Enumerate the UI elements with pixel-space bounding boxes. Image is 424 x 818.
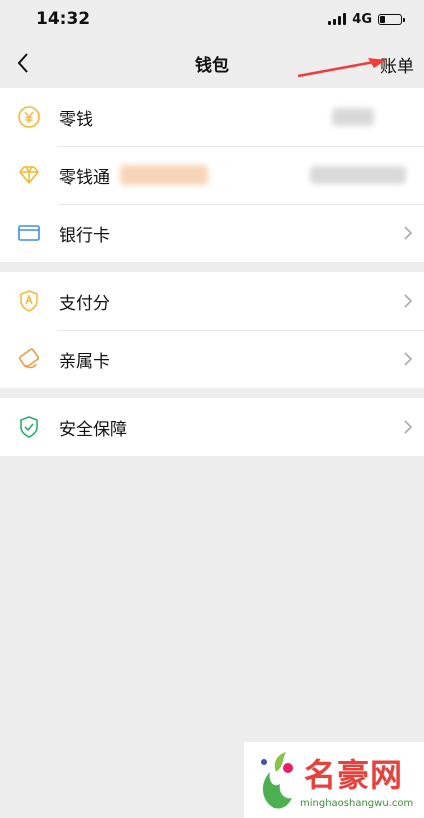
- hidden-promo: [120, 165, 208, 185]
- annotation-arrow: [297, 58, 386, 78]
- watermark-url: minghaoshangwu.com: [300, 798, 414, 809]
- wallet-group-security: 安全保障: [0, 398, 424, 456]
- signal-icon: [328, 13, 347, 25]
- battery-icon: [378, 13, 405, 25]
- hidden-amount: [310, 166, 406, 184]
- family-card-icon: [18, 348, 40, 369]
- bank-card-icon: [18, 225, 40, 241]
- wallet-group-balance: 零钱 零钱通 银行卡: [0, 88, 424, 262]
- row-label-change: 零钱: [59, 109, 93, 130]
- watermark: 名豪网 minghaoshangwu.com: [244, 742, 424, 818]
- status-indicators: 4G: [328, 11, 405, 27]
- row-label-lingqiantong: 零钱通: [59, 167, 110, 188]
- wallet-group-services: 支付分 亲属卡: [0, 272, 424, 388]
- chevron-right-icon: [404, 294, 413, 308]
- network-label: 4G: [352, 11, 372, 27]
- status-bar: 14:32 4G: [0, 0, 424, 38]
- watermark-logo-icon: [261, 752, 293, 809]
- hidden-amount: [332, 108, 374, 126]
- row-change[interactable]: 零钱: [0, 88, 424, 146]
- yuan-coin-icon: [18, 106, 40, 128]
- back-arrow-icon[interactable]: [14, 50, 34, 76]
- chevron-right-icon: [404, 352, 413, 366]
- chevron-right-icon: [404, 420, 413, 434]
- row-label-bank-card: 银行卡: [59, 225, 110, 246]
- page-title: 钱包: [195, 55, 229, 76]
- status-time: 14:32: [36, 9, 91, 29]
- row-label-pay-score: 支付分: [59, 293, 110, 314]
- pay-score-icon: [20, 290, 38, 312]
- row-bank-card[interactable]: 银行卡: [0, 204, 424, 262]
- chevron-right-icon: [404, 226, 413, 240]
- shield-check-icon: [20, 416, 38, 438]
- row-security[interactable]: 安全保障: [0, 398, 424, 456]
- row-label-security: 安全保障: [59, 419, 127, 440]
- diamond-icon: [19, 166, 39, 184]
- row-label-family-card: 亲属卡: [59, 351, 110, 372]
- row-pay-score[interactable]: 支付分: [0, 272, 424, 330]
- row-family-card[interactable]: 亲属卡: [0, 330, 424, 388]
- watermark-text: 名豪网: [304, 756, 404, 794]
- row-lingqiantong[interactable]: 零钱通: [0, 146, 424, 204]
